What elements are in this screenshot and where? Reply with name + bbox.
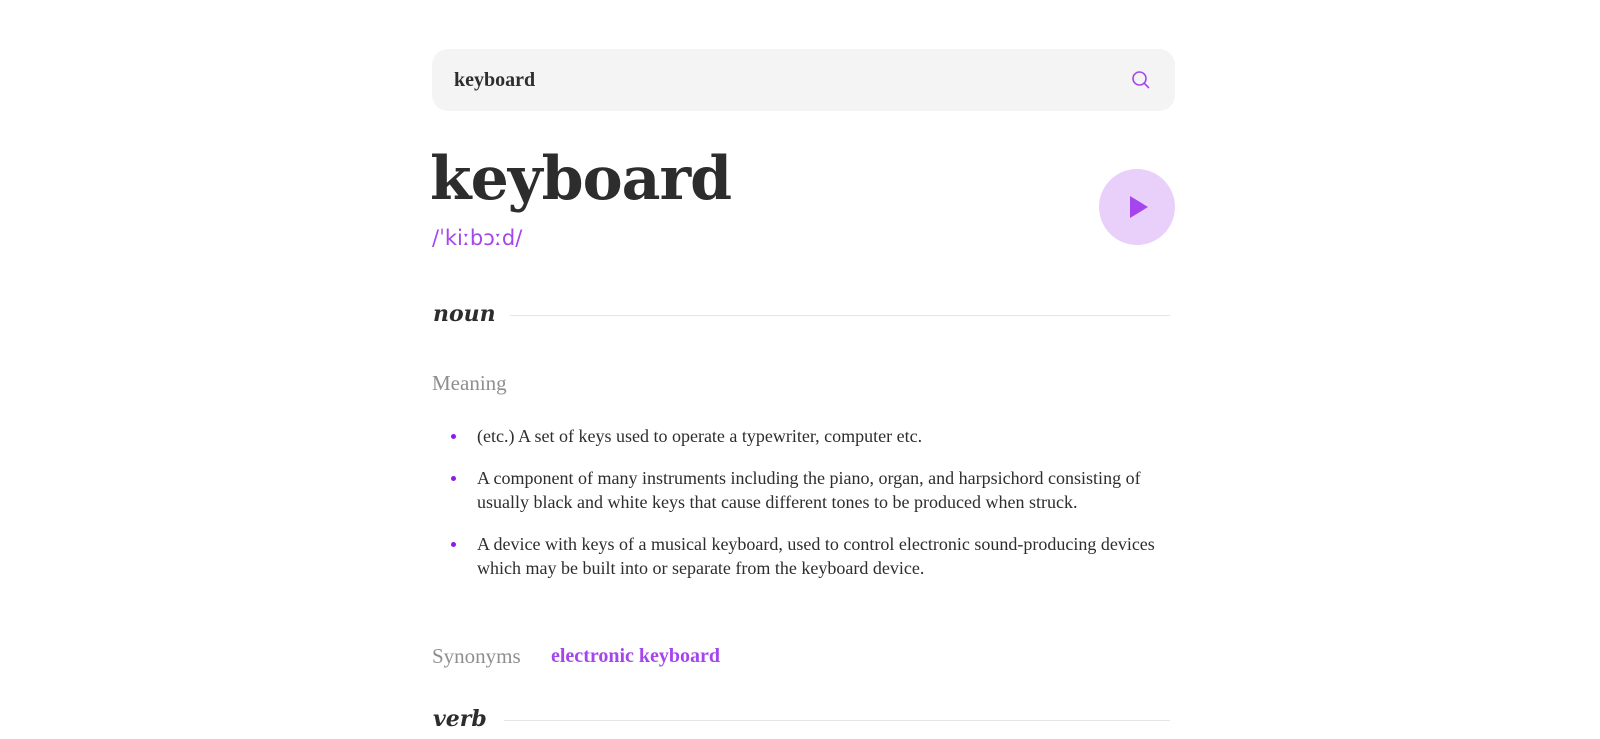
play-icon xyxy=(1130,196,1148,218)
synonyms-label: Synonyms xyxy=(432,644,521,668)
bullet-icon xyxy=(451,542,456,547)
search-icon[interactable] xyxy=(1131,70,1151,90)
definition-text: A component of many instruments includin… xyxy=(477,468,1141,512)
definition-text: A device with keys of a musical keyboard… xyxy=(477,534,1155,578)
definition-item: A component of many instruments includin… xyxy=(432,466,1175,514)
part-of-speech-label: noun xyxy=(433,301,496,327)
section-divider xyxy=(504,720,1170,721)
section-divider xyxy=(510,315,1170,316)
definition-text: (etc.) A set of keys used to operate a t… xyxy=(477,426,923,446)
definition-item: (etc.) A set of keys used to operate a t… xyxy=(432,424,1175,448)
part-of-speech-label: verb xyxy=(433,706,487,732)
bullet-icon xyxy=(451,476,456,481)
part-of-speech-verb: verb xyxy=(432,704,1170,734)
part-of-speech-noun: noun xyxy=(432,299,1170,329)
definition-list: (etc.) A set of keys used to operate a t… xyxy=(432,424,1175,598)
phonetic-text: /ˈkiːbɔːd/ xyxy=(432,226,523,250)
word-heading: keyboard xyxy=(430,144,732,214)
meaning-label: Meaning xyxy=(432,371,507,395)
bullet-icon xyxy=(451,434,456,439)
search-input[interactable] xyxy=(454,49,1094,111)
play-audio-button[interactable] xyxy=(1099,169,1175,245)
synonym-link[interactable]: electronic keyboard xyxy=(551,642,720,670)
search-bar xyxy=(432,49,1175,111)
definition-item: A device with keys of a musical keyboard… xyxy=(432,532,1175,580)
